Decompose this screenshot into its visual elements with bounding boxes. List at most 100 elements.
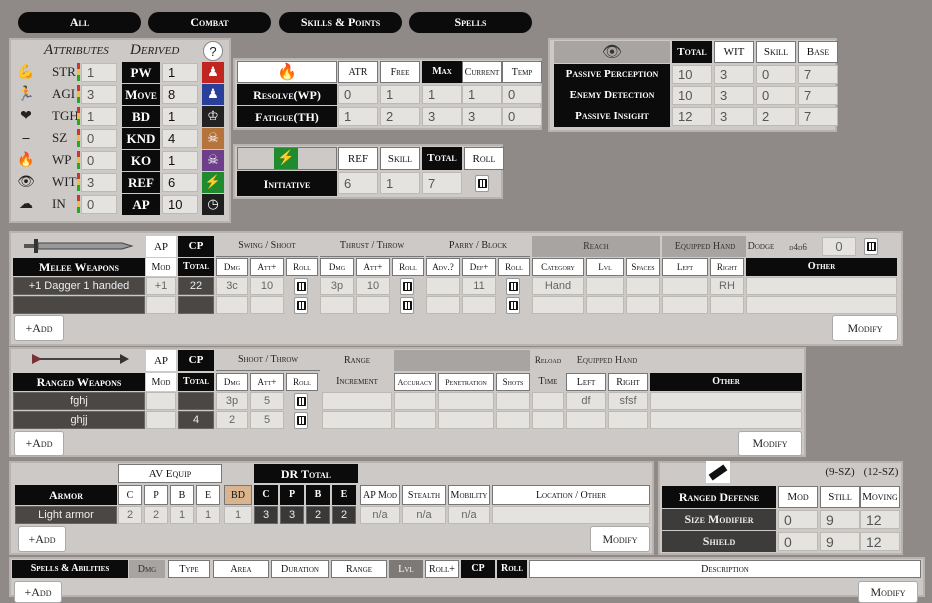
derived-value-ref[interactable]: 6: [162, 173, 198, 192]
ranged-other[interactable]: [650, 392, 802, 410]
melee-right[interactable]: [710, 296, 744, 314]
resolve-value[interactable]: 1: [338, 107, 378, 126]
ranged-dmg[interactable]: 3p: [216, 392, 248, 410]
melee-weapon-name[interactable]: +1 Dagger 1 handed: [13, 277, 145, 295]
passive-value[interactable]: 3: [714, 86, 754, 105]
ranged-weapon-name[interactable]: fghj: [13, 392, 145, 410]
melee-add-button[interactable]: +Add: [14, 315, 64, 341]
armor-location-value[interactable]: [492, 506, 650, 524]
defense-value[interactable]: 0: [778, 532, 818, 551]
ranged-left[interactable]: [566, 411, 606, 429]
ranged-dmg[interactable]: 2: [216, 411, 248, 429]
ranged-accuracy[interactable]: [394, 392, 436, 410]
ranged-mod[interactable]: [146, 411, 176, 429]
ranged-roll-button[interactable]: [294, 412, 308, 429]
melee-mod[interactable]: [146, 296, 176, 314]
armor-mobility-value[interactable]: n/a: [448, 506, 490, 524]
attribute-input-wp[interactable]: 0: [81, 151, 117, 170]
attribute-input-sz[interactable]: 0: [81, 129, 117, 148]
melee-thrust-att[interactable]: [356, 296, 390, 314]
resolve-value[interactable]: 0: [502, 107, 542, 126]
armor-stealth-value[interactable]: n/a: [402, 506, 446, 524]
melee-thrust-roll-button[interactable]: [400, 297, 414, 314]
attribute-input-in[interactable]: 0: [81, 195, 117, 214]
melee-spaces[interactable]: [626, 277, 660, 295]
resolve-value[interactable]: 3: [462, 107, 502, 126]
dodge-value-field[interactable]: 0: [822, 237, 856, 256]
melee-thrust-roll-button[interactable]: [400, 278, 414, 295]
melee-thrust-dmg[interactable]: 3p: [320, 277, 354, 295]
melee-swing-roll-button[interactable]: [294, 278, 308, 295]
melee-adv[interactable]: [426, 277, 460, 295]
ranged-reload-time[interactable]: [532, 392, 564, 410]
resolve-value[interactable]: 0: [502, 85, 542, 104]
derived-value-knd[interactable]: 4: [162, 129, 198, 148]
passive-value[interactable]: 2: [756, 107, 796, 126]
derived-value-ap[interactable]: 10: [162, 195, 198, 214]
melee-thrust-dmg[interactable]: [320, 296, 354, 314]
attribute-input-agi[interactable]: 3: [81, 85, 117, 104]
ranged-right[interactable]: [608, 411, 648, 429]
melee-mod[interactable]: +1: [146, 277, 176, 295]
passive-value[interactable]: 7: [798, 65, 838, 84]
melee-swing-att[interactable]: 10: [250, 277, 284, 295]
tab-combat[interactable]: Combat: [148, 12, 271, 33]
armor-av-value[interactable]: 1: [170, 506, 194, 524]
derived-value-move[interactable]: 8: [162, 85, 198, 104]
ranged-att[interactable]: 5: [250, 392, 284, 410]
ranged-total[interactable]: 4: [178, 411, 214, 429]
passive-value[interactable]: 12: [672, 107, 712, 126]
melee-weapon-name[interactable]: [13, 296, 145, 314]
initiative-value[interactable]: 7: [422, 172, 462, 194]
resolve-value[interactable]: 1: [462, 85, 502, 104]
ranged-reload-time[interactable]: [532, 411, 564, 429]
armor-dr-value[interactable]: 3: [254, 506, 278, 524]
melee-category[interactable]: Hand: [532, 277, 584, 295]
melee-lvl[interactable]: [586, 296, 624, 314]
melee-parry-roll-button[interactable]: [506, 278, 520, 295]
derived-value-pw[interactable]: 1: [162, 63, 198, 82]
armor-dr-value[interactable]: 2: [332, 506, 356, 524]
tab-skills-points[interactable]: Skills & Points: [279, 12, 402, 33]
ranged-increment[interactable]: [322, 411, 392, 429]
armor-ap-value[interactable]: n/a: [360, 506, 400, 524]
ranged-att[interactable]: 5: [250, 411, 284, 429]
melee-left[interactable]: [662, 277, 708, 295]
defense-value[interactable]: 12: [860, 532, 900, 551]
defense-value[interactable]: 9: [820, 510, 860, 529]
melee-total[interactable]: [178, 296, 214, 314]
ranged-left[interactable]: df: [566, 392, 606, 410]
attribute-input-tgh[interactable]: 1: [81, 107, 117, 126]
ranged-shots[interactable]: [496, 411, 530, 429]
spells-modify-button[interactable]: Modify: [858, 581, 918, 603]
spells-add-button[interactable]: +Add: [14, 581, 62, 603]
armor-av-value[interactable]: 1: [196, 506, 220, 524]
melee-other[interactable]: [746, 277, 897, 295]
melee-def[interactable]: 11: [462, 277, 496, 295]
armor-name[interactable]: Light armor: [15, 506, 117, 524]
melee-left[interactable]: [662, 296, 708, 314]
initiative-roll-button[interactable]: [475, 175, 489, 192]
ranged-total[interactable]: [178, 392, 214, 410]
ranged-mod[interactable]: [146, 392, 176, 410]
melee-lvl[interactable]: [586, 277, 624, 295]
initiative-value[interactable]: 6: [338, 172, 378, 194]
melee-other[interactable]: [746, 296, 897, 314]
resolve-value[interactable]: 0: [338, 85, 378, 104]
armor-add-button[interactable]: +Add: [18, 526, 66, 552]
melee-category[interactable]: [532, 296, 584, 314]
derived-value-ko[interactable]: 1: [162, 151, 198, 170]
tab-spells[interactable]: Spells: [409, 12, 532, 33]
attribute-input-wit[interactable]: 3: [81, 173, 117, 192]
resolve-value[interactable]: 3: [422, 107, 462, 126]
ranged-roll-button[interactable]: [294, 393, 308, 410]
ranged-penetration[interactable]: [438, 392, 494, 410]
ranged-other[interactable]: [650, 411, 802, 429]
ranged-accuracy[interactable]: [394, 411, 436, 429]
melee-spaces[interactable]: [626, 296, 660, 314]
melee-swing-dmg[interactable]: 3c: [216, 277, 248, 295]
melee-def[interactable]: [462, 296, 496, 314]
passive-value[interactable]: 10: [672, 65, 712, 84]
melee-swing-dmg[interactable]: [216, 296, 248, 314]
resolve-value[interactable]: 1: [422, 85, 462, 104]
